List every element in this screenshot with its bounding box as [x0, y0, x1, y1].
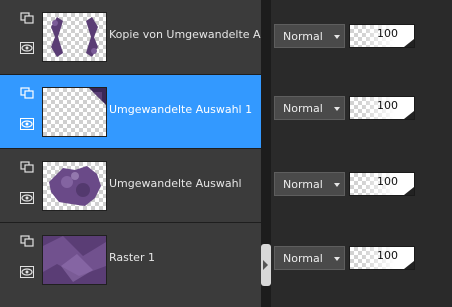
eye-icon[interactable] — [20, 42, 34, 54]
eye-icon[interactable] — [20, 118, 34, 130]
layer-row[interactable]: Kopie von Umgewandelte Au — [0, 0, 263, 74]
layer-name[interactable]: Raster 1 — [109, 251, 261, 264]
opacity-field[interactable]: 100 — [349, 24, 415, 48]
blend-mode-value: Normal — [283, 30, 323, 43]
layers-panel: Kopie von Umgewandelte Au Umgewandelte A… — [0, 0, 263, 307]
layer-thumbnail — [42, 235, 107, 285]
eye-icon[interactable] — [20, 266, 34, 278]
opacity-value: 100 — [377, 175, 398, 188]
layer-name[interactable]: Umgewandelte Auswahl — [109, 177, 261, 190]
scrollbar[interactable] — [261, 0, 271, 307]
layer-row-selected[interactable]: Umgewandelte Auswahl 1 — [0, 75, 263, 149]
layer-thumbnail — [42, 87, 107, 137]
layer-name[interactable]: Umgewandelte Auswahl 1 — [109, 103, 261, 116]
layer-thumbnail — [42, 12, 107, 62]
layer-thumbnail — [42, 161, 107, 211]
blend-mode-dropdown[interactable]: Normal — [274, 246, 345, 270]
opacity-field[interactable]: 100 — [349, 172, 415, 196]
opacity-value: 100 — [377, 249, 398, 262]
blend-mode-value: Normal — [283, 102, 323, 115]
opacity-value: 100 — [377, 27, 398, 40]
dropdown-arrow-icon[interactable] — [334, 183, 340, 187]
dropdown-arrow-icon[interactable] — [334, 35, 340, 39]
blend-mode-dropdown[interactable]: Normal — [274, 24, 345, 48]
eye-icon[interactable] — [20, 192, 34, 204]
blend-mode-dropdown[interactable]: Normal — [274, 172, 345, 196]
blend-mode-dropdown[interactable]: Normal — [274, 96, 345, 120]
dropdown-arrow-icon[interactable] — [334, 107, 340, 111]
dropdown-arrow-icon[interactable] — [334, 257, 340, 261]
layer-link-icon[interactable] — [20, 235, 34, 247]
opacity-value: 100 — [377, 99, 398, 112]
layer-row[interactable]: Raster 1 — [0, 223, 263, 297]
layer-properties-panel: Normal 100 Normal 100 Normal 100 Normal … — [271, 0, 452, 307]
layer-name[interactable]: Kopie von Umgewandelte Au — [109, 28, 261, 41]
blend-mode-value: Normal — [283, 252, 323, 265]
opacity-field[interactable]: 100 — [349, 96, 415, 120]
layer-row[interactable]: Umgewandelte Auswahl — [0, 149, 263, 223]
blend-mode-value: Normal — [283, 178, 323, 191]
layer-link-icon[interactable] — [20, 12, 34, 24]
scrollbar-thumb[interactable] — [261, 244, 271, 286]
opacity-field[interactable]: 100 — [349, 246, 415, 270]
layer-link-icon[interactable] — [20, 161, 34, 173]
layer-link-icon[interactable] — [20, 87, 34, 99]
